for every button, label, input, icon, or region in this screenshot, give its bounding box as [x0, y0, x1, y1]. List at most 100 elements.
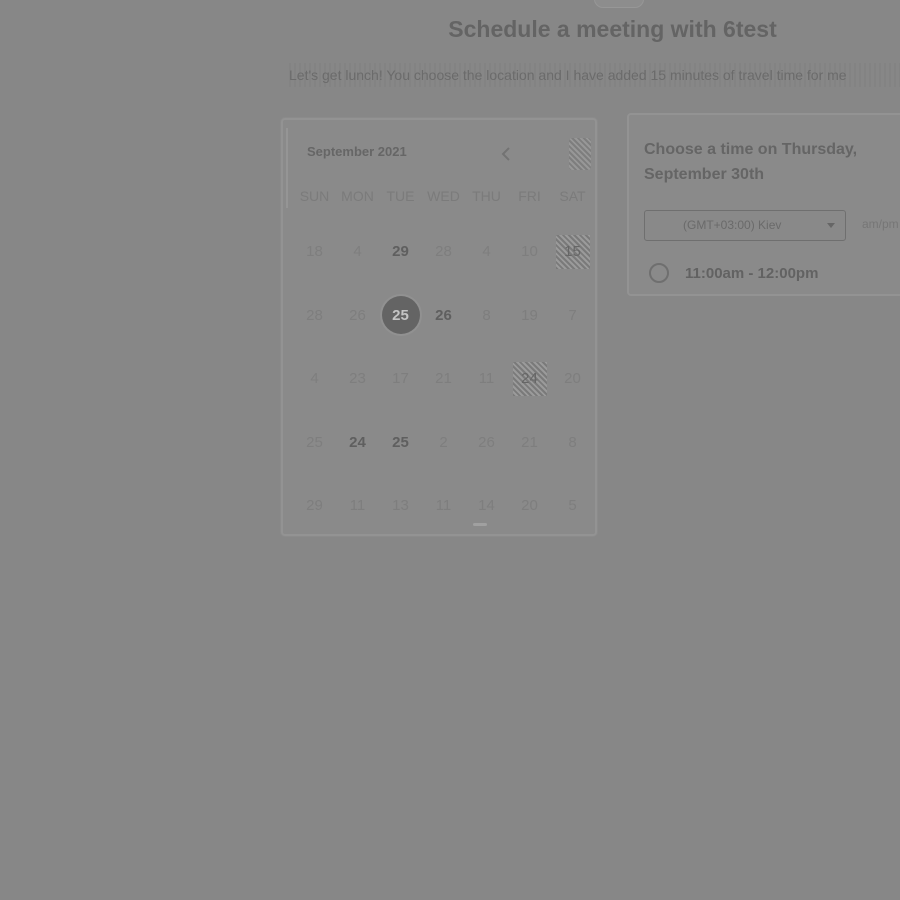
weekday-label: WED — [427, 188, 460, 204]
meeting-description: Let's get lunch! You choose the location… — [289, 63, 900, 87]
day-number: 11 — [435, 497, 452, 515]
time-slot-option[interactable]: 11:00am - 12:00pm — [649, 261, 818, 285]
calendar-day: 24 — [508, 347, 551, 411]
day-number: 10 — [521, 243, 538, 261]
day-number: 2 — [439, 433, 448, 451]
calendar-day[interactable]: 25 — [379, 411, 422, 475]
day-number: 20 — [564, 370, 581, 388]
day-number: 8 — [568, 433, 577, 451]
day-number: 4 — [310, 370, 319, 388]
day-number: 21 — [521, 433, 538, 451]
calendar-day: 5 — [551, 474, 594, 538]
day-number: 19 — [521, 306, 538, 324]
calendar-day: 8 — [551, 411, 594, 475]
calendar-day: 28 — [422, 220, 465, 284]
calendar-day: 28 — [293, 284, 336, 348]
calendar-day: 26 — [465, 411, 508, 475]
calendar-day: 4 — [293, 347, 336, 411]
day-number: 7 — [568, 306, 577, 324]
day-number: 25 — [306, 433, 323, 451]
day-number: 18 — [306, 243, 323, 261]
calendar-day: 21 — [508, 411, 551, 475]
calendar-day: 13 — [379, 474, 422, 538]
calendar-day: 20 — [508, 474, 551, 538]
weekday-label: FRI — [518, 188, 541, 204]
page-title: Schedule a meeting with 6test — [448, 16, 777, 42]
day-number: 8 — [482, 306, 491, 324]
date-picker: September 2021 SUN MON TUE WED THU FRI SAT 18 4… — [281, 118, 597, 536]
calendar-day[interactable]: 29 — [379, 220, 422, 284]
calendar-day: 20 — [551, 347, 594, 411]
day-number: 26 — [349, 306, 366, 324]
calendar-day: 11 — [422, 474, 465, 538]
day-number: 20 — [521, 497, 538, 515]
day-number: 28 — [435, 243, 452, 261]
weekday-label: TUE — [386, 188, 415, 204]
day-number: 11 — [349, 497, 366, 515]
calendar-day: 11 — [465, 347, 508, 411]
timezone-value: (GMT+03:00) Kiev — [683, 218, 782, 232]
day-number: 11 — [478, 370, 495, 388]
day-number: 15 — [555, 234, 590, 269]
weekday-label: MON — [341, 188, 374, 204]
calendar-day: 23 — [336, 347, 379, 411]
calendar-day[interactable]: 24 — [336, 411, 379, 475]
day-number: 4 — [482, 243, 491, 261]
host-avatar — [594, 0, 644, 8]
calendar-day: 7 — [551, 284, 594, 348]
day-number: 21 — [435, 370, 452, 388]
calendar-day[interactable]: 26 — [422, 284, 465, 348]
time-picker-title: Choose a time on Thursday, September 30t… — [644, 141, 858, 183]
calendar-day: 19 — [508, 284, 551, 348]
month-label: September 2021 — [307, 144, 407, 159]
chevron-right-icon[interactable] — [569, 138, 591, 170]
time-slot-label: 11:00am - 12:00pm — [685, 264, 819, 282]
calendar-day: 11 — [336, 474, 379, 538]
weekday-label: SAT — [559, 188, 586, 204]
calendar-day: 21 — [422, 347, 465, 411]
chevron-left-icon[interactable] — [497, 144, 517, 164]
day-number: 29 — [306, 497, 323, 515]
calendar-days: 18 4 29 28 4 10 15 28 26 25 26 8 19 7 4 23 17 21 11 24 20 25 2… — [293, 220, 593, 538]
day-number: 23 — [349, 370, 366, 388]
weekday-label: THU — [472, 188, 501, 204]
day-number: 13 — [392, 497, 409, 515]
calendar-header: September 2021 — [307, 138, 591, 170]
time-format-toggle[interactable]: am/pm — [862, 217, 899, 231]
day-number: 24 — [349, 433, 366, 451]
scheduling-page: Schedule a meeting with 6test Let's get … — [0, 0, 900, 900]
calendar-day: 29 — [293, 474, 336, 538]
day-number: 25 — [392, 433, 409, 451]
day-number: 29 — [392, 243, 409, 261]
radio-icon[interactable] — [649, 263, 669, 283]
selected-date[interactable]: 25 — [379, 284, 422, 348]
calendar-day: 17 — [379, 347, 422, 411]
day-number: 26 — [478, 433, 495, 451]
calendar-day: 18 — [293, 220, 336, 284]
day-number: 24 — [512, 361, 547, 396]
card-accent-bar — [286, 128, 288, 208]
calendar-day: 25 — [293, 411, 336, 475]
day-number: 4 — [353, 243, 362, 261]
prev-month-glyph — [501, 147, 510, 161]
calendar-day: 10 — [508, 220, 551, 284]
weekday-label: SUN — [299, 188, 330, 204]
calendar-day: 26 — [336, 284, 379, 348]
day-number: 14 — [478, 497, 495, 515]
calendar-day: 4 — [465, 220, 508, 284]
calendar-day: 2 — [422, 411, 465, 475]
calendar-day: 15 — [551, 220, 594, 284]
calendar-day: 4 — [336, 220, 379, 284]
caret-down-icon — [827, 223, 835, 228]
weekday-header: SUN MON TUE WED THU FRI SAT — [293, 188, 593, 204]
calendar-day: 8 — [465, 284, 508, 348]
day-number: 17 — [392, 370, 409, 388]
timezone-select[interactable]: (GMT+03:00) Kiev — [644, 210, 846, 241]
day-number: 5 — [568, 497, 577, 515]
day-number: 25 — [381, 296, 420, 335]
calendar-day: 14 — [465, 474, 508, 538]
time-picker: Choose a time on Thursday, September 30t… — [627, 113, 900, 296]
calendar-footer-indicator — [473, 523, 487, 526]
day-number: 26 — [435, 306, 452, 324]
day-number: 28 — [306, 306, 323, 324]
